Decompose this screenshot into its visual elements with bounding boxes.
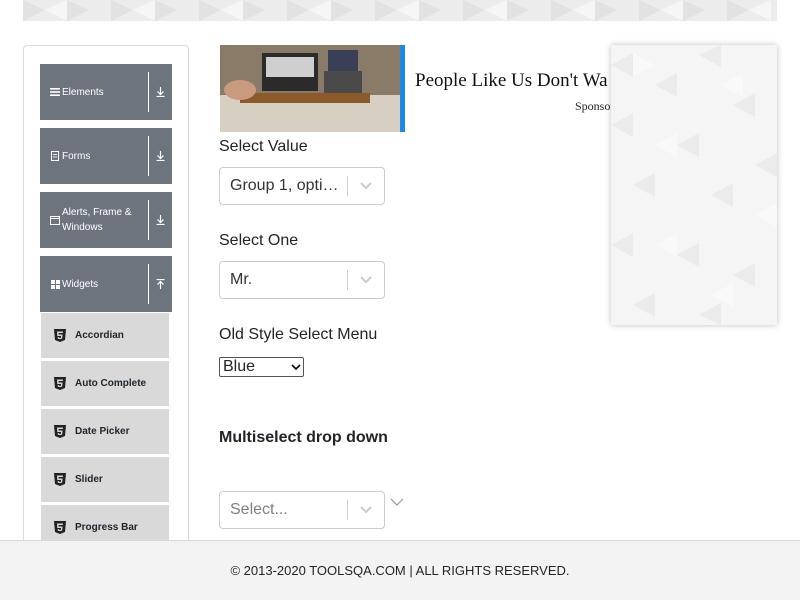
html5-icon bbox=[54, 473, 68, 486]
select-one-current: Mr. bbox=[230, 271, 253, 288]
page: Elements Forms Alerts, Frame & Windows W… bbox=[0, 0, 800, 600]
sidebar-group-label: Elements bbox=[62, 86, 104, 98]
chevron-down-icon[interactable] bbox=[390, 494, 404, 512]
old-style-select-label: Old Style Select Menu bbox=[219, 326, 378, 343]
sidebar-item-slider[interactable]: Slider bbox=[41, 457, 169, 503]
html5-icon bbox=[54, 425, 68, 438]
download-arrow-icon[interactable] bbox=[148, 136, 172, 176]
upload-arrow-icon[interactable] bbox=[148, 264, 172, 304]
ad-sponsor: Sponsor bbox=[575, 99, 615, 113]
menu-icon bbox=[40, 87, 62, 97]
multiselect-label: Multiselect drop down bbox=[219, 429, 388, 446]
multiselect-dropdown[interactable]: Select... bbox=[219, 491, 385, 529]
sidebar-item-label: Accordian bbox=[75, 330, 124, 341]
html5-icon bbox=[54, 521, 68, 534]
multiselect-placeholder: Select... bbox=[230, 501, 288, 518]
sidebar-item-label: Progress Bar bbox=[75, 522, 138, 533]
html5-icon bbox=[54, 329, 68, 342]
sidebar-item-auto-complete[interactable]: Auto Complete bbox=[41, 361, 169, 407]
footer-copyright: © 2013-2020 TOOLSQA.COM | ALL RIGHTS RES… bbox=[230, 563, 570, 578]
sidebar: Elements Forms Alerts, Frame & Windows W… bbox=[23, 45, 189, 585]
chevron-down-icon[interactable] bbox=[348, 276, 384, 284]
select-value-label: Select Value bbox=[219, 138, 308, 155]
sidebar-group-label: Forms bbox=[62, 150, 91, 162]
sidebar-group-alerts[interactable]: Alerts, Frame & Windows bbox=[40, 192, 172, 248]
ad-title[interactable]: People Like Us Don't Wa bbox=[415, 70, 608, 92]
old-style-select[interactable]: Blue bbox=[219, 357, 304, 377]
window-icon bbox=[40, 215, 62, 225]
sidebar-group-widgets[interactable]: Widgets bbox=[40, 256, 172, 312]
document-icon bbox=[40, 151, 62, 161]
download-arrow-icon[interactable] bbox=[148, 72, 172, 112]
sidebar-item-label: Auto Complete bbox=[75, 378, 147, 389]
grid-icon bbox=[40, 279, 62, 289]
ad-accent-bar bbox=[400, 45, 405, 132]
sidebar-item-date-picker[interactable]: Date Picker bbox=[41, 409, 169, 455]
popup-overlay[interactable] bbox=[611, 45, 777, 325]
sidebar-item-label: Date Picker bbox=[75, 426, 130, 437]
select-value-dropdown[interactable]: Group 1, option 1 bbox=[219, 167, 385, 205]
select-one-dropdown[interactable]: Mr. bbox=[219, 261, 385, 299]
chevron-down-icon[interactable] bbox=[348, 182, 384, 190]
sidebar-group-forms[interactable]: Forms bbox=[40, 128, 172, 184]
sidebar-group-label: Alerts, Frame & Windows bbox=[62, 207, 132, 233]
select-value-current: Group 1, option 1 bbox=[230, 177, 347, 194]
chevron-down-icon bbox=[289, 364, 303, 370]
ad-image[interactable] bbox=[220, 45, 400, 132]
download-arrow-icon[interactable] bbox=[148, 200, 172, 240]
chevron-down-icon[interactable] bbox=[348, 506, 384, 514]
old-style-select-value: Blue bbox=[223, 358, 256, 375]
sidebar-group-elements[interactable]: Elements bbox=[40, 64, 172, 120]
select-one-label: Select One bbox=[219, 232, 299, 249]
html5-icon bbox=[54, 377, 68, 390]
sidebar-item-accordian[interactable]: Accordian bbox=[41, 313, 169, 359]
sidebar-item-label: Slider bbox=[75, 474, 103, 485]
sidebar-group-label: Widgets bbox=[62, 278, 99, 290]
top-banner bbox=[23, 0, 777, 21]
footer: © 2013-2020 TOOLSQA.COM | ALL RIGHTS RES… bbox=[0, 540, 800, 600]
